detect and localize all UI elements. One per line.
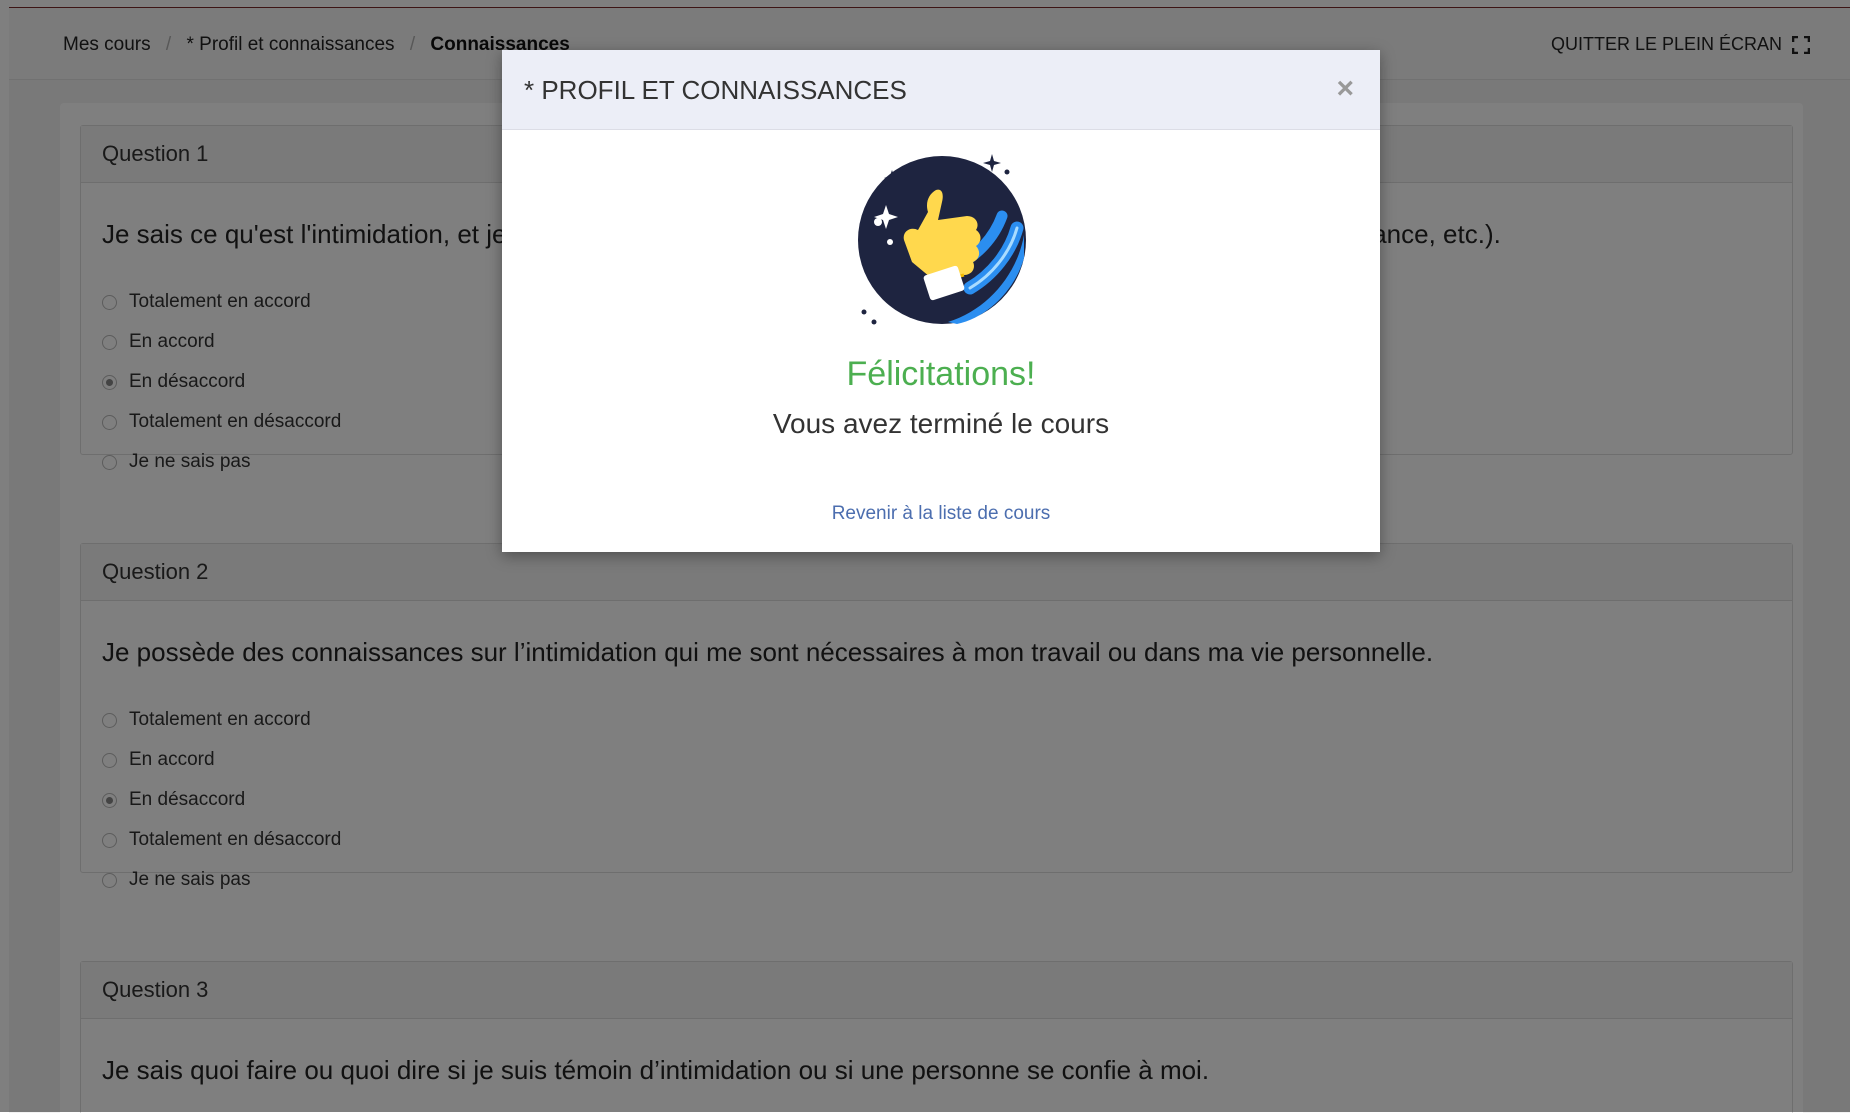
congratulations-heading: Félicitations! <box>846 355 1036 393</box>
completion-message: Vous avez terminé le cours <box>772 408 1110 439</box>
modal-header: * PROFIL ET CONNAISSANCES × <box>502 50 1380 130</box>
back-to-course-list-link[interactable]: Revenir à la liste de cours <box>502 503 1380 525</box>
completion-modal: * PROFIL ET CONNAISSANCES × Félicitation… <box>502 50 1380 552</box>
modal-title: * PROFIL ET CONNAISSANCES <box>524 75 907 105</box>
thumbs-up-icon <box>858 154 1026 325</box>
close-icon[interactable]: × <box>1336 74 1354 104</box>
